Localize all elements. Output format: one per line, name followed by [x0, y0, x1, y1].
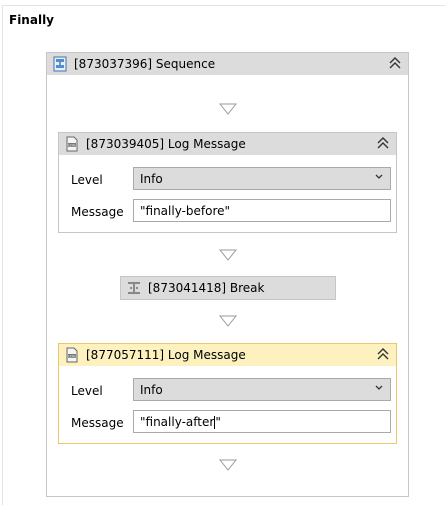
- break-title: [873041418] Break: [148, 281, 265, 295]
- svg-text:LOG: LOG: [68, 143, 76, 147]
- break-icon: [128, 282, 140, 294]
- level-dropdown[interactable]: Info: [133, 167, 391, 190]
- message-value: "finally-before": [140, 204, 231, 218]
- log-message-title-1: [873039405] Log Message: [86, 137, 246, 151]
- drop-target-icon[interactable]: [219, 459, 237, 471]
- log-message-activity-1[interactable]: LOG [873039405] Log Message Level Info M…: [58, 132, 397, 233]
- log-message-activity-2[interactable]: LOG [877057111] Log Message Level Info M…: [58, 343, 397, 444]
- log-icon: LOG: [66, 136, 78, 152]
- level-value: Info: [140, 172, 163, 186]
- message-value: "finally-after": [140, 415, 221, 429]
- sequence-header[interactable]: [873037396] Sequence: [47, 53, 408, 75]
- log-message-title-2: [877057111] Log Message: [86, 348, 246, 362]
- drop-target-icon[interactable]: [219, 315, 237, 327]
- log-message-header-1[interactable]: LOG [873039405] Log Message: [59, 133, 396, 155]
- level-label: Level: [71, 173, 103, 187]
- sequence-icon: [53, 56, 67, 72]
- level-value: Info: [140, 383, 163, 397]
- message-label: Message: [71, 416, 124, 430]
- message-text-before-caret: "finally-after: [140, 415, 215, 429]
- collapse-icon[interactable]: [376, 136, 390, 150]
- drop-target-icon[interactable]: [219, 103, 237, 115]
- break-activity[interactable]: [873041418] Break: [120, 276, 336, 300]
- log-message-header-2[interactable]: LOG [877057111] Log Message: [59, 344, 396, 366]
- sequence-activity[interactable]: [873037396] Sequence LOG [873039405] Log…: [46, 52, 409, 497]
- chevron-down-icon: [375, 174, 383, 179]
- message-input[interactable]: "finally-after": [133, 410, 391, 433]
- message-label: Message: [71, 205, 124, 219]
- chevron-down-icon: [375, 385, 383, 390]
- svg-text:LOG: LOG: [68, 354, 76, 358]
- message-text-after-caret: ": [215, 415, 221, 429]
- sequence-title: [873037396] Sequence: [74, 57, 216, 71]
- drop-target-icon[interactable]: [219, 249, 237, 261]
- message-input[interactable]: "finally-before": [133, 199, 391, 222]
- finally-title: Finally: [9, 13, 54, 27]
- collapse-icon[interactable]: [388, 56, 402, 70]
- level-label: Level: [71, 384, 103, 398]
- collapse-icon[interactable]: [376, 347, 390, 361]
- level-dropdown[interactable]: Info: [133, 378, 391, 401]
- log-icon: LOG: [66, 347, 78, 363]
